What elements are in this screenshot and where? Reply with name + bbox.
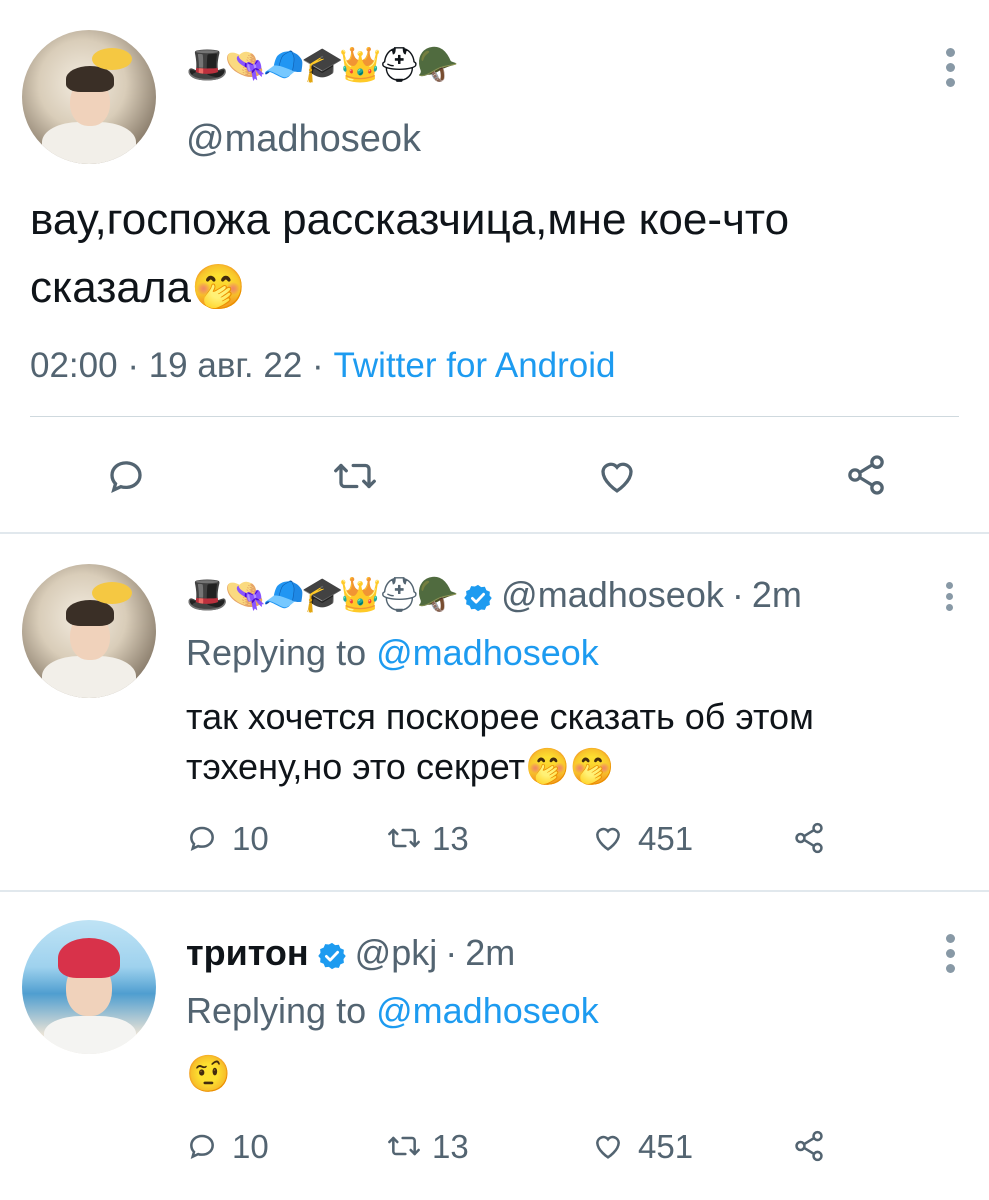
share-icon[interactable]: [844, 452, 888, 498]
more-icon[interactable]: [946, 48, 956, 87]
more-icon[interactable]: [946, 582, 956, 611]
reply-text: 🤨: [186, 1054, 231, 1095]
share-icon[interactable]: [792, 1128, 826, 1164]
replying-to: Replying to @madhoseok: [186, 990, 599, 1032]
meta-separator: ·: [127, 346, 139, 385]
like-icon[interactable]: [596, 455, 638, 497]
author-handle[interactable]: @madhoseok: [186, 118, 421, 161]
reply-icon[interactable]: [186, 1130, 218, 1162]
verified-badge-icon: [463, 580, 493, 612]
divider: [30, 416, 959, 417]
reply-display-name[interactable]: 🎩👒🧢🎓👑⛑🪖: [186, 575, 459, 615]
reply-display-name[interactable]: тритон: [186, 932, 309, 974]
tweet-meta: 02:00 · 19 авг. 22 · Twitter for Android: [30, 346, 616, 386]
reply-handle[interactable]: @madhoseok: [501, 574, 724, 616]
meta-separator: ·: [731, 574, 744, 615]
share-icon[interactable]: [792, 820, 826, 856]
like-count: 451: [638, 1128, 694, 1165]
reply-icon[interactable]: [105, 455, 147, 497]
verified-badge-icon: [317, 938, 347, 970]
reply-icon[interactable]: [186, 822, 218, 854]
retweet-count: 13: [432, 820, 469, 857]
reply-age: 2m: [751, 574, 802, 615]
more-icon[interactable]: [946, 934, 956, 973]
retweet-icon[interactable]: [332, 455, 378, 497]
like-icon[interactable]: [592, 1130, 624, 1162]
reply-count: 10: [232, 1128, 269, 1165]
tweet-text: вау,госпожа рассказчица,мне кое-что сказ…: [30, 186, 930, 322]
replying-to: Replying to @madhoseok: [186, 632, 599, 674]
retweet-icon[interactable]: [386, 822, 422, 854]
reply-text: так хочется поскорее сказать об этом тэх…: [186, 696, 814, 787]
tweet-source-link[interactable]: Twitter for Android: [333, 346, 615, 385]
reply-avatar[interactable]: [22, 564, 156, 698]
author-avatar[interactable]: [22, 30, 156, 164]
replying-to-label: Replying to: [186, 632, 367, 673]
reply-header: 🎩👒🧢🎓👑⛑🪖 @madhoseok · 2m: [186, 574, 802, 616]
replying-to-handle[interactable]: @madhoseok: [376, 632, 599, 673]
like-count: 451: [638, 820, 694, 857]
like-icon[interactable]: [592, 822, 624, 854]
tweet-text-content: вау,госпожа рассказчица,мне кое-что сказ…: [30, 195, 790, 312]
section-divider: [0, 532, 989, 534]
author-display-name[interactable]: 🎩👒🧢🎓👑⛑🪖: [186, 48, 459, 82]
reply-avatar[interactable]: [22, 920, 156, 1054]
tweet-date: 19 авг. 22: [148, 346, 303, 385]
tweet-time: 02:00: [30, 346, 118, 385]
reply-age: 2m: [465, 932, 516, 973]
replying-to-handle[interactable]: @madhoseok: [376, 990, 599, 1031]
reply-count: 10: [232, 820, 269, 857]
replying-to-label: Replying to: [186, 990, 367, 1031]
meta-separator: ·: [445, 932, 458, 973]
reply-handle[interactable]: @pkj: [355, 932, 438, 974]
meta-separator: ·: [312, 346, 324, 385]
retweet-icon[interactable]: [386, 1130, 422, 1162]
section-divider: [0, 890, 989, 892]
reply-header: тритон @pkj · 2m: [186, 932, 515, 974]
retweet-count: 13: [432, 1128, 469, 1165]
